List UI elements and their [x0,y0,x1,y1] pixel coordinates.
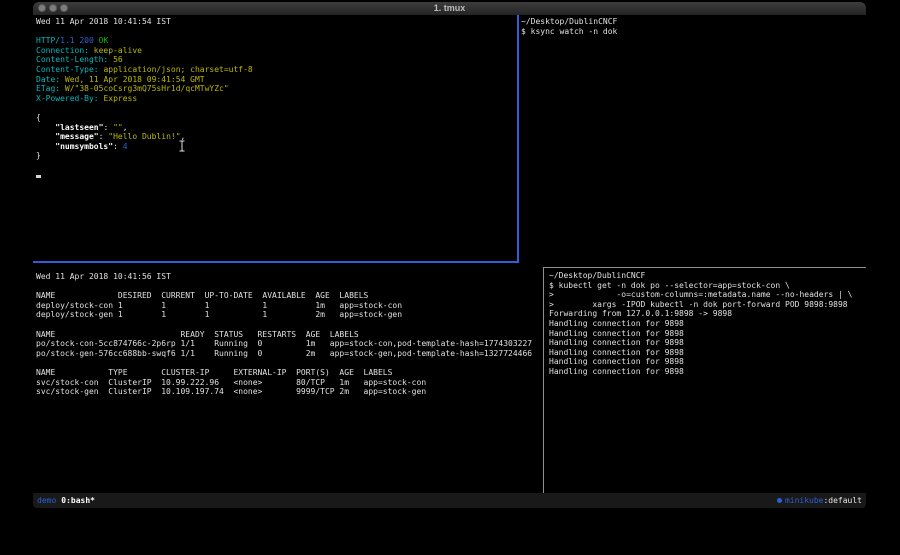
terminal-line: po/stock-con-5cc874766c-2p6rp 1/1 Runnin… [36,339,543,349]
terminal-line: $ ksync watch -n dok [521,27,866,37]
terminal-line: X-Powered-By: Express [36,94,517,104]
tmux-status-bar: demo 0:bash* minikube :default [33,493,866,508]
window-tab-bash[interactable]: 0:bash* [61,493,95,508]
pane-http-response[interactable]: Wed 11 Apr 2018 10:41:54 IST HTTP/1.1 200… [33,15,517,261]
terminal-line: Handling connection for 9898 [549,338,866,348]
terminal-line: NAME READY STATUS RESTARTS AGE LABELS [36,330,543,340]
pane-ksync-watch[interactable]: ~/Desktop/DublinCNCF$ ksync watch -n dok [519,15,866,267]
terminal-line: ~/Desktop/DublinCNCF [549,271,866,281]
terminal-line [36,161,517,171]
terminal-line: po/stock-gen-576cc688bb-swqf6 1/1 Runnin… [36,349,543,359]
terminal-line: "numsymbols": 4 [36,142,517,152]
kube-context: minikube [785,493,824,508]
active-pane-divider-horizontal[interactable] [33,261,519,263]
terminal-line: Handling connection for 9898 [549,348,866,358]
window-title: 1. tmux [33,2,866,15]
terminal-line: "lastseen": "", [36,123,517,133]
terminal-line: $ kubectl get -n dok po --selector=app=s… [549,281,866,291]
pane-kubectl-resources[interactable]: Wed 11 Apr 2018 10:41:56 IST NAME DESIRED… [33,263,543,493]
terminal-line: > -o=custom-columns=:metadata.name --no-… [549,290,866,300]
terminal-line: Handling connection for 9898 [549,357,866,367]
helm-wheel-icon [777,498,782,503]
kube-context-status: minikube :default [777,493,862,508]
terminal-line: Handling connection for 9898 [549,329,866,339]
mouse-ibeam-cursor [178,140,186,152]
terminal-line: Handling connection for 9898 [549,367,866,377]
terminal-line: Date: Wed, 11 Apr 2018 09:41:54 GMT [36,75,517,85]
tmux-session: Wed 11 Apr 2018 10:41:54 IST HTTP/1.1 200… [33,15,866,495]
desktop: 1. tmux Wed 11 Apr 2018 10:41:54 IST HTTP… [0,0,900,555]
session-name: demo [37,493,56,508]
pane-port-forward[interactable]: ~/Desktop/DublinCNCF$ kubectl get -n dok… [544,268,866,493]
terminal-line: Handling connection for 9898 [549,319,866,329]
terminal-line [36,103,517,113]
terminal-line [36,27,517,37]
pane-divider-horizontal[interactable] [543,267,866,268]
terminal-line [36,320,543,330]
terminal-line: Wed 11 Apr 2018 10:41:54 IST [36,17,517,27]
terminal-line: Connection: keep-alive [36,46,517,56]
window-titlebar[interactable]: 1. tmux [33,2,866,15]
terminal-window: 1. tmux Wed 11 Apr 2018 10:41:54 IST HTTP… [33,2,866,508]
terminal-line: deploy/stock-con 1 1 1 1 1m app=stock-co… [36,301,543,311]
terminal-line: "message": "Hello Dublin!", [36,132,517,142]
terminal-line: Wed 11 Apr 2018 10:41:56 IST [36,272,543,282]
terminal-line [36,282,543,292]
terminal-line: svc/stock-gen ClusterIP 10.109.197.74 <n… [36,387,543,397]
terminal-line: deploy/stock-gen 1 1 1 1 2m app=stock-ge… [36,310,543,320]
terminal-line: Content-Length: 56 [36,55,517,65]
terminal-line [36,358,543,368]
terminal-line: Forwarding from 127.0.0.1:9898 -> 9898 [549,309,866,319]
terminal-line: Content-Type: application/json; charset=… [36,65,517,75]
terminal-line: > xargs -IPOD kubectl -n dok port-forwar… [549,300,866,310]
terminal-line: } [36,151,517,161]
pane-divider-vertical[interactable] [543,267,544,493]
terminal-line: { [36,113,517,123]
terminal-line: HTTP/1.1 200 OK [36,36,517,46]
terminal-line [36,171,517,181]
terminal-line: svc/stock-con ClusterIP 10.99.222.96 <no… [36,378,543,388]
terminal-line: ETag: W/"38-05coCsrg3mQ75sHr1d/qcMTwYZc" [36,84,517,94]
terminal-line: ~/Desktop/DublinCNCF [521,17,866,27]
kube-namespace: :default [823,493,862,508]
active-pane-divider-vertical[interactable] [517,15,519,263]
terminal-line: NAME TYPE CLUSTER-IP EXTERNAL-IP PORT(S)… [36,368,543,378]
terminal-line: NAME DESIRED CURRENT UP-TO-DATE AVAILABL… [36,291,543,301]
